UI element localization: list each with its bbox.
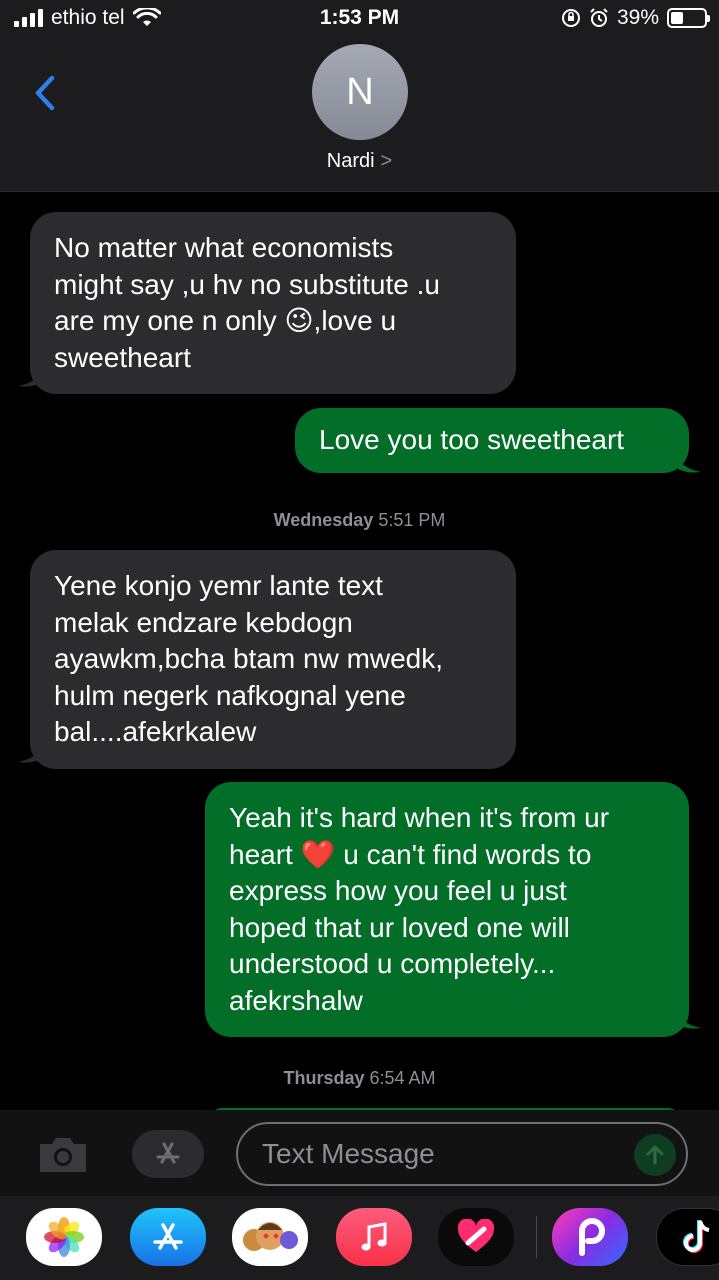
rotation-lock-icon bbox=[561, 9, 580, 27]
photos-app[interactable] bbox=[26, 1208, 102, 1266]
music-icon bbox=[361, 1222, 387, 1251]
message-line: express how you feel u just bbox=[229, 875, 567, 906]
timestamp-day: Thursday bbox=[283, 1068, 365, 1088]
app-store-button[interactable] bbox=[132, 1130, 204, 1178]
message-line: bal....afekrkalew bbox=[54, 716, 257, 747]
tiktok-app[interactable] bbox=[656, 1208, 719, 1266]
message-line: afekrshalw bbox=[229, 984, 363, 1016]
music-app[interactable] bbox=[336, 1208, 412, 1266]
status-right: 39% bbox=[561, 6, 710, 30]
message-bubble-outgoing[interactable]: Yeah it's hard when it's from ur heart ❤… bbox=[205, 782, 689, 1037]
message-line: understood u completely... bbox=[229, 948, 556, 979]
photos-icon bbox=[44, 1217, 84, 1257]
input-bar bbox=[0, 1110, 719, 1196]
message-bubble-outgoing[interactable]: Love you too sweetheart bbox=[295, 408, 689, 473]
camera-icon[interactable] bbox=[36, 1134, 90, 1174]
chevron-left-icon[interactable] bbox=[26, 68, 66, 118]
message-line: Yeah it's hard when it's from ur bbox=[229, 802, 610, 833]
digital-touch-icon bbox=[457, 1219, 495, 1252]
app-store-app[interactable] bbox=[130, 1208, 206, 1266]
memoji-app[interactable] bbox=[232, 1208, 308, 1266]
message-line: melak endzare kebdogn bbox=[54, 606, 353, 638]
send-button[interactable] bbox=[634, 1134, 676, 1176]
drawer-divider bbox=[536, 1216, 537, 1258]
message-line: No matter what economists bbox=[54, 232, 394, 263]
contact-name: Nardi bbox=[326, 150, 375, 172]
send-arrow-icon bbox=[646, 1145, 664, 1165]
conversation-header: N Nardi > bbox=[0, 40, 719, 192]
timestamp-time: 5:51 PM bbox=[378, 510, 446, 530]
status-bar: ethio tel 1:53 PM 39% bbox=[0, 0, 719, 40]
message-line: Love you too sweetheart bbox=[319, 424, 625, 455]
message-line: Yene konjo yemr lante text bbox=[54, 570, 383, 601]
message-field[interactable] bbox=[236, 1122, 688, 1186]
digital-touch-app[interactable] bbox=[438, 1208, 514, 1266]
timestamp-day: Wednesday bbox=[273, 510, 374, 530]
message-line: might say ,u hv no substitute .u bbox=[54, 268, 440, 300]
avatar-initial: N bbox=[346, 70, 374, 113]
message-line: hoped that ur loved one will bbox=[229, 911, 570, 943]
app-store-icon bbox=[156, 1142, 180, 1164]
message-line: sweetheart bbox=[54, 341, 191, 373]
alarm-icon bbox=[590, 8, 608, 27]
timestamp: Wednesday 5:51 PM bbox=[0, 510, 719, 531]
message-input[interactable] bbox=[262, 1132, 622, 1176]
battery-icon bbox=[667, 8, 710, 28]
message-bubble-incoming[interactable]: Yene konjo yemr lante text melak endzare… bbox=[30, 550, 516, 769]
message-line: are my one n only 😉,love u bbox=[54, 305, 397, 336]
message-bubble-incoming[interactable]: No matter what economists might say ,u h… bbox=[30, 212, 516, 394]
timestamp: Thursday 6:54 AM bbox=[0, 1068, 719, 1089]
contact-avatar[interactable]: N bbox=[312, 44, 408, 140]
picsart-icon bbox=[579, 1218, 605, 1256]
message-line: ayawkm,bcha btam nw mwedk, bbox=[54, 643, 444, 674]
picsart-app[interactable] bbox=[552, 1208, 628, 1266]
message-line: heart ❤️ u can't find words to bbox=[229, 838, 592, 870]
memoji-icon bbox=[243, 1222, 298, 1251]
chevron-right-icon: > bbox=[380, 150, 393, 172]
app-store-icon bbox=[153, 1223, 183, 1250]
battery-percent: 39% bbox=[616, 6, 659, 29]
battery-fill bbox=[671, 12, 684, 24]
message-thread[interactable]: No matter what economists might say ,u h… bbox=[0, 192, 719, 1110]
contact-name-button[interactable]: Nardi > bbox=[0, 150, 719, 173]
timestamp-time: 6:54 AM bbox=[369, 1068, 436, 1088]
tiktok-icon bbox=[683, 1220, 710, 1253]
message-line: hulm negerk nafkognal yene bbox=[54, 679, 406, 711]
imessage-app-drawer bbox=[0, 1196, 719, 1280]
